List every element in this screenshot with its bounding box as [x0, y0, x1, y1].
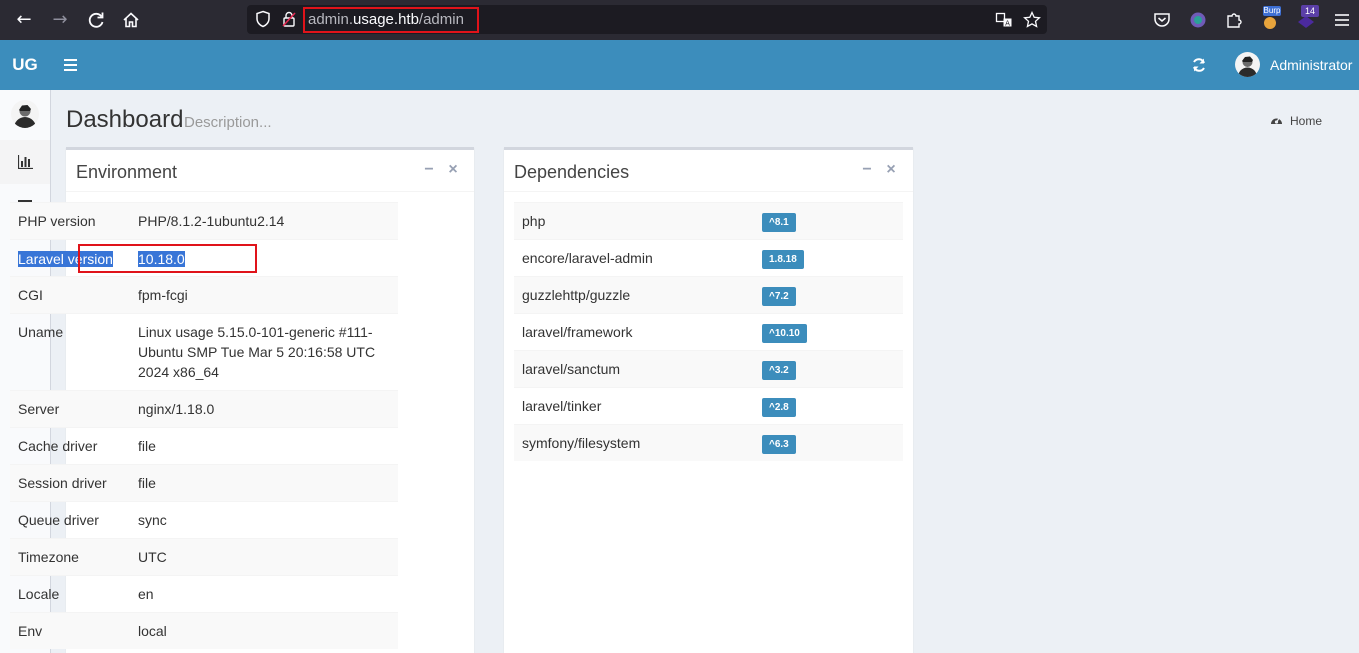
version-badge: ^6.3 — [762, 435, 796, 454]
collapse-icon[interactable]: − — [422, 162, 436, 178]
table-row: laravel/tinker ^2.8 — [514, 387, 903, 424]
dependency-name: laravel/tinker — [522, 398, 602, 414]
app-menu-icon[interactable] — [1332, 10, 1352, 30]
table-row: Cache driver file — [10, 427, 398, 464]
version-badge: ^3.2 — [762, 361, 796, 380]
env-key: Server — [18, 401, 60, 417]
collapse-icon[interactable]: − — [860, 162, 874, 178]
url-bar[interactable]: admin.usage.htb/admin A — [247, 5, 1047, 34]
env-key: Locale — [18, 586, 60, 602]
version-badge: ^2.8 — [762, 398, 796, 417]
env-key: Timezone — [18, 549, 79, 565]
dependency-name: php — [522, 213, 546, 229]
table-row: CGI fpm-fcgi — [10, 276, 398, 313]
extension-count-badge: 14 — [1301, 5, 1319, 17]
table-row: PHP version PHP/8.1.2-1ubuntu2.14 — [10, 202, 398, 239]
url-host: usage.htb — [353, 11, 419, 28]
translate-icon[interactable]: A — [995, 11, 1013, 29]
laravel-version-highlight-box — [78, 244, 257, 273]
url-path: /admin — [418, 11, 464, 28]
table-row: Timezone UTC — [10, 538, 398, 575]
table-row: Locale en — [10, 575, 398, 612]
dependencies-box-header: Dependencies − × — [504, 150, 913, 192]
env-value: file — [138, 438, 156, 454]
url-text[interactable]: admin.usage.htb/admin — [308, 11, 464, 28]
env-key: Cache driver — [18, 438, 98, 454]
breadcrumb-home[interactable]: Home — [1290, 114, 1322, 128]
env-value: sync — [138, 512, 167, 528]
page-description: Description... — [184, 114, 272, 131]
table-row: encore/laravel-admin 1.8.18 — [514, 239, 903, 276]
lock-icon[interactable] — [282, 11, 296, 27]
env-key: CGI — [18, 287, 43, 303]
back-icon[interactable]: ← — [14, 10, 34, 30]
dependency-name: laravel/framework — [522, 324, 633, 340]
extension-globe-icon[interactable] — [1188, 10, 1208, 30]
environment-box-header: Environment − × — [66, 150, 474, 192]
table-row: symfony/filesystem ^6.3 — [514, 424, 903, 461]
sidebar-avatar — [11, 100, 39, 128]
home-icon[interactable] — [121, 10, 141, 30]
env-value: fpm-fcgi — [138, 287, 188, 303]
env-value: local — [138, 623, 167, 639]
env-key: Uname — [18, 324, 64, 340]
version-badge: ^10.10 — [762, 324, 807, 343]
env-key: Session driver — [18, 475, 107, 491]
forward-icon[interactable]: → — [50, 10, 70, 30]
table-row: laravel/sanctum ^3.2 — [514, 350, 903, 387]
pocket-icon[interactable] — [1152, 10, 1172, 30]
close-icon[interactable]: × — [884, 162, 898, 178]
dependency-name: guzzlehttp/guzzle — [522, 287, 631, 303]
env-value: file — [138, 475, 156, 491]
hamburger-icon[interactable] — [64, 58, 78, 72]
dependency-name: laravel/sanctum — [522, 361, 621, 377]
env-value: UTC — [138, 549, 167, 565]
table-row: php ^8.1 — [514, 202, 903, 239]
table-row: guzzlehttp/guzzle ^7.2 — [514, 276, 903, 313]
burp-extension-icon[interactable] — [1260, 10, 1280, 30]
table-row: Uname Linux usage 5.15.0-101-generic #11… — [10, 313, 398, 390]
env-key: Queue driver — [18, 512, 99, 528]
sidebar-item-dashboard[interactable] — [0, 140, 50, 184]
url-prefix: admin. — [308, 11, 354, 28]
svg-text:A: A — [1005, 20, 1010, 28]
version-badge: ^7.2 — [762, 287, 796, 306]
table-row: Env local — [10, 612, 398, 649]
star-icon[interactable] — [1023, 11, 1041, 29]
bar-chart-icon — [18, 155, 33, 169]
table-row: laravel/framework ^10.10 — [514, 313, 903, 350]
table-row: Queue driver sync — [10, 501, 398, 538]
dashboard-gauge-icon — [1271, 118, 1282, 124]
environment-title: Environment — [76, 162, 178, 182]
env-value: PHP/8.1.2-1ubuntu2.14 — [138, 213, 285, 229]
page-title: Dashboard — [66, 106, 184, 133]
user-avatar[interactable] — [1235, 52, 1260, 77]
refresh-icon[interactable] — [1191, 57, 1207, 73]
env-value: Linux usage 5.15.0-101-generic #111-Ubun… — [138, 324, 376, 380]
env-key: Env — [18, 623, 43, 639]
env-key: PHP version — [18, 213, 96, 229]
version-badge: 1.8.18 — [762, 250, 804, 269]
app-header: UG Administrator — [0, 40, 1359, 90]
browser-toolbar: ← → admin.usage.htb/admin A Burp 14 — [0, 0, 1359, 40]
env-value: en — [138, 586, 154, 602]
dependencies-title: Dependencies — [514, 162, 630, 182]
app-logo[interactable]: UG — [0, 40, 50, 90]
close-icon[interactable]: × — [446, 162, 460, 178]
version-badge: ^8.1 — [762, 213, 796, 232]
dependency-name: symfony/filesystem — [522, 435, 641, 451]
puzzle-icon[interactable] — [1224, 10, 1244, 30]
table-row: Session driver file — [10, 464, 398, 501]
env-value: nginx/1.18.0 — [138, 401, 215, 417]
reload-icon[interactable] — [86, 10, 106, 30]
shield-icon[interactable] — [255, 10, 271, 28]
header-user-name[interactable]: Administrator — [1270, 57, 1352, 73]
dependency-name: encore/laravel-admin — [522, 250, 653, 266]
table-row: Server nginx/1.18.0 — [10, 390, 398, 427]
